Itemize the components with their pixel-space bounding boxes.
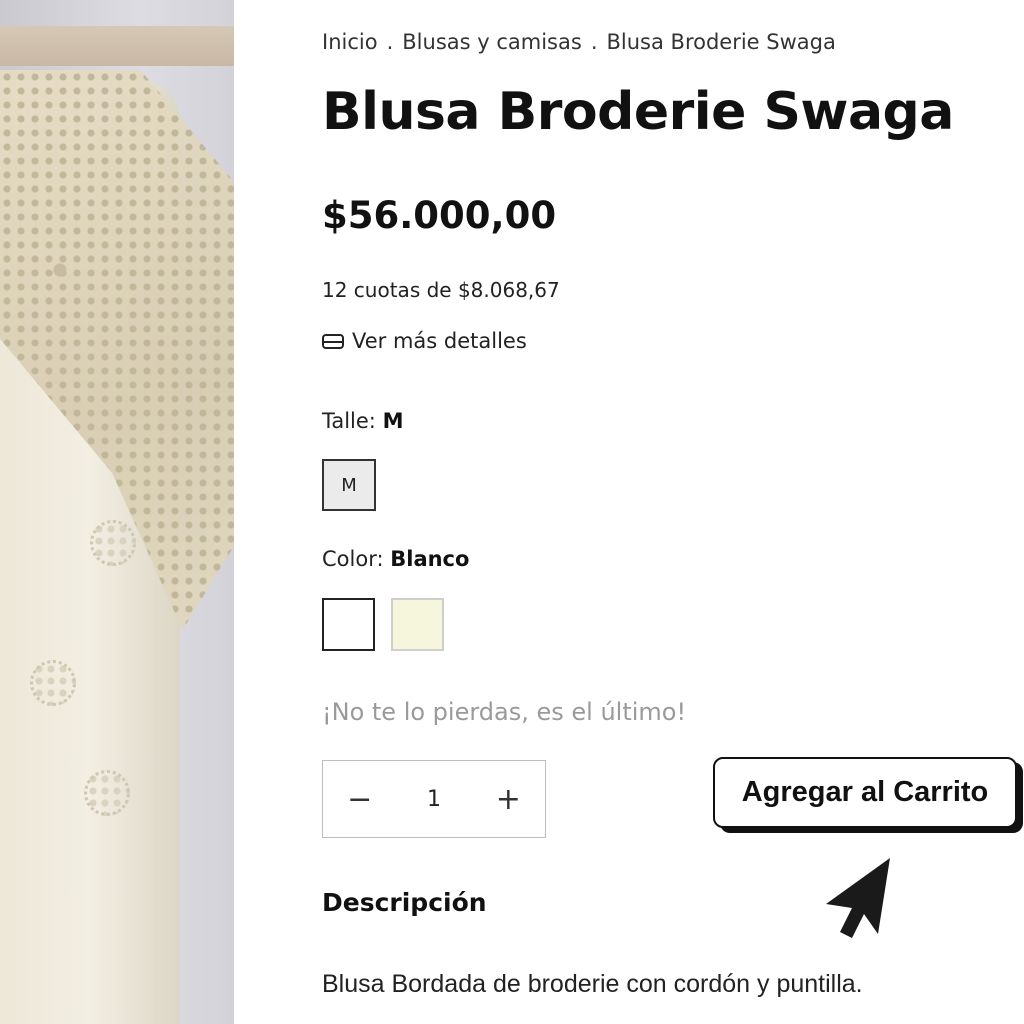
breadcrumb: Inicio. Blusas y camisas. Blusa Broderie S… <box>322 30 836 54</box>
color-label: Color: Blanco <box>322 547 469 571</box>
size-option-m[interactable]: M <box>322 459 376 511</box>
quantity-decrease-button[interactable]: − <box>323 761 396 837</box>
breadcrumb-category[interactable]: Blusas y camisas <box>402 30 582 54</box>
installments-text: 12 cuotas de $8.068,67 <box>322 278 560 302</box>
more-details-link[interactable]: Ver más detalles <box>322 329 527 353</box>
breadcrumb-separator: . <box>590 30 598 54</box>
quantity-value[interactable]: 1 <box>396 787 471 812</box>
product-title: Blusa Broderie Swaga <box>322 82 954 142</box>
mouse-pointer-icon <box>826 858 890 938</box>
color-swatch-crema[interactable] <box>391 598 444 651</box>
description-text: Blusa Bordada de broderie con cordón y p… <box>322 970 863 998</box>
size-label-text: Talle: <box>322 409 376 433</box>
description-heading: Descripción <box>322 888 487 917</box>
credit-card-icon <box>322 333 344 349</box>
add-to-cart-button[interactable]: Agregar al Carrito <box>713 757 1017 828</box>
breadcrumb-home[interactable]: Inicio <box>322 30 378 54</box>
product-info: Inicio. Blusas y camisas. Blusa Broderie S… <box>322 0 1023 1024</box>
stock-note: ¡No te lo pierdas, es el último! <box>322 698 687 726</box>
quantity-stepper: − 1 + <box>322 760 546 838</box>
color-label-text: Color: <box>322 547 384 571</box>
eyelet-pattern <box>90 520 136 566</box>
size-selected-value: M <box>382 409 404 433</box>
color-selected-value: Blanco <box>390 547 470 571</box>
product-image[interactable] <box>0 0 234 1024</box>
quantity-increase-button[interactable]: + <box>472 761 545 837</box>
eyelet-pattern <box>84 770 130 816</box>
breadcrumb-current: Blusa Broderie Swaga <box>606 30 836 54</box>
color-swatch-blanco[interactable] <box>322 598 375 651</box>
size-label: Talle: M <box>322 409 403 433</box>
add-to-cart-container: Agregar al Carrito <box>713 757 1023 833</box>
eyelet-pattern <box>30 660 76 706</box>
breadcrumb-separator: . <box>386 30 394 54</box>
hanger-rod <box>0 26 234 66</box>
product-price: $56.000,00 <box>322 194 557 237</box>
more-details-label: Ver más detalles <box>352 329 527 353</box>
